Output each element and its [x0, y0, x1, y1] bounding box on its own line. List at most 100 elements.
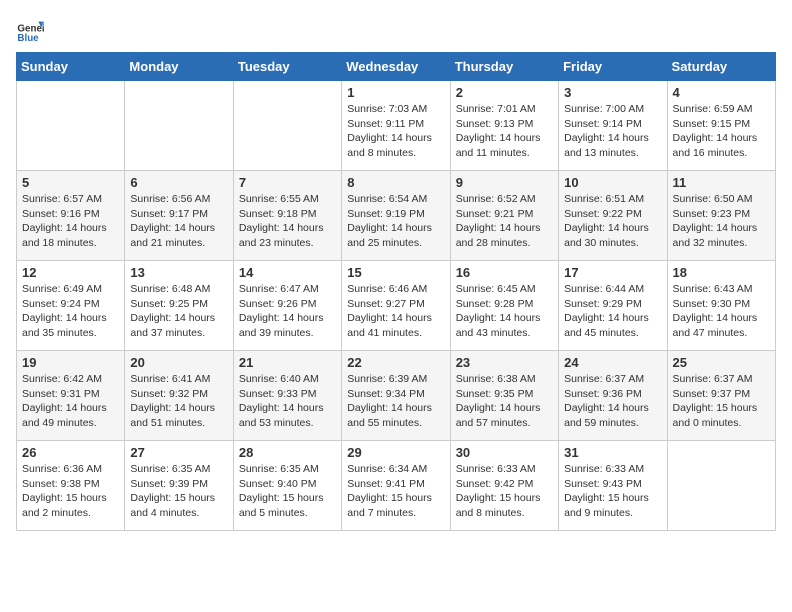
day-content: Sunrise: 6:33 AM Sunset: 9:42 PM Dayligh…: [456, 462, 553, 521]
day-content: Sunrise: 6:57 AM Sunset: 9:16 PM Dayligh…: [22, 192, 119, 251]
col-header-tuesday: Tuesday: [233, 53, 341, 81]
calendar-cell: [233, 81, 341, 171]
day-number: 10: [564, 175, 661, 190]
logo-icon: General Blue: [16, 16, 44, 44]
day-content: Sunrise: 7:03 AM Sunset: 9:11 PM Dayligh…: [347, 102, 444, 161]
day-content: Sunrise: 6:35 AM Sunset: 9:39 PM Dayligh…: [130, 462, 227, 521]
day-content: Sunrise: 7:01 AM Sunset: 9:13 PM Dayligh…: [456, 102, 553, 161]
day-number: 28: [239, 445, 336, 460]
calendar-cell: 14 Sunrise: 6:47 AM Sunset: 9:26 PM Dayli…: [233, 261, 341, 351]
day-number: 7: [239, 175, 336, 190]
day-content: Sunrise: 6:51 AM Sunset: 9:22 PM Dayligh…: [564, 192, 661, 251]
day-number: 15: [347, 265, 444, 280]
calendar-cell: 16 Sunrise: 6:45 AM Sunset: 9:28 PM Dayli…: [450, 261, 558, 351]
day-number: 19: [22, 355, 119, 370]
day-number: 12: [22, 265, 119, 280]
svg-text:Blue: Blue: [17, 33, 39, 44]
day-content: Sunrise: 7:00 AM Sunset: 9:14 PM Dayligh…: [564, 102, 661, 161]
col-header-friday: Friday: [559, 53, 667, 81]
calendar-cell: 26Sunrise: 6:36 AM Sunset: 9:38 PM Dayli…: [17, 441, 125, 531]
day-content: Sunrise: 6:50 AM Sunset: 9:23 PM Dayligh…: [673, 192, 770, 251]
day-number: 11: [673, 175, 770, 190]
day-number: 3: [564, 85, 661, 100]
day-content: Sunrise: 6:37 AM Sunset: 9:36 PM Dayligh…: [564, 372, 661, 431]
calendar-cell: 15 Sunrise: 6:46 AM Sunset: 9:27 PM Dayli…: [342, 261, 450, 351]
calendar-cell: 12 Sunrise: 6:49 AM Sunset: 9:24 PM Dayli…: [17, 261, 125, 351]
day-number: 5: [22, 175, 119, 190]
day-content: Sunrise: 6:54 AM Sunset: 9:19 PM Dayligh…: [347, 192, 444, 251]
calendar-cell: [17, 81, 125, 171]
calendar-cell: [667, 441, 775, 531]
calendar-cell: 9 Sunrise: 6:52 AM Sunset: 9:21 PM Daylig…: [450, 171, 558, 261]
day-content: Sunrise: 6:52 AM Sunset: 9:21 PM Dayligh…: [456, 192, 553, 251]
day-number: 14: [239, 265, 336, 280]
calendar-week-5: 26Sunrise: 6:36 AM Sunset: 9:38 PM Dayli…: [17, 441, 776, 531]
calendar-cell: 7Sunrise: 6:55 AM Sunset: 9:18 PM Daylig…: [233, 171, 341, 261]
day-content: Sunrise: 6:49 AM Sunset: 9:24 PM Dayligh…: [22, 282, 119, 341]
day-content: Sunrise: 6:39 AM Sunset: 9:34 PM Dayligh…: [347, 372, 444, 431]
day-number: 23: [456, 355, 553, 370]
day-content: Sunrise: 6:37 AM Sunset: 9:37 PM Dayligh…: [673, 372, 770, 431]
day-content: Sunrise: 6:48 AM Sunset: 9:25 PM Dayligh…: [130, 282, 227, 341]
calendar-cell: 11 Sunrise: 6:50 AM Sunset: 9:23 PM Dayli…: [667, 171, 775, 261]
calendar-cell: 18 Sunrise: 6:43 AM Sunset: 9:30 PM Dayli…: [667, 261, 775, 351]
day-number: 27: [130, 445, 227, 460]
day-number: 9: [456, 175, 553, 190]
calendar-cell: 13 Sunrise: 6:48 AM Sunset: 9:25 PM Dayli…: [125, 261, 233, 351]
day-content: Sunrise: 6:43 AM Sunset: 9:30 PM Dayligh…: [673, 282, 770, 341]
day-number: 31: [564, 445, 661, 460]
day-number: 4: [673, 85, 770, 100]
calendar-cell: 17Sunrise: 6:44 AM Sunset: 9:29 PM Dayli…: [559, 261, 667, 351]
calendar-cell: 27 Sunrise: 6:35 AM Sunset: 9:39 PM Dayli…: [125, 441, 233, 531]
calendar-cell: 5 Sunrise: 6:57 AM Sunset: 9:16 PM Daylig…: [17, 171, 125, 261]
calendar-header-row: SundayMondayTuesdayWednesdayThursdayFrid…: [17, 53, 776, 81]
calendar-cell: 8 Sunrise: 6:54 AM Sunset: 9:19 PM Daylig…: [342, 171, 450, 261]
calendar-cell: 4Sunrise: 6:59 AM Sunset: 9:15 PM Daylig…: [667, 81, 775, 171]
col-header-sunday: Sunday: [17, 53, 125, 81]
calendar-cell: 6 Sunrise: 6:56 AM Sunset: 9:17 PM Daylig…: [125, 171, 233, 261]
calendar-cell: 25 Sunrise: 6:37 AM Sunset: 9:37 PM Dayli…: [667, 351, 775, 441]
day-number: 8: [347, 175, 444, 190]
day-number: 6: [130, 175, 227, 190]
col-header-wednesday: Wednesday: [342, 53, 450, 81]
day-number: 18: [673, 265, 770, 280]
day-number: 16: [456, 265, 553, 280]
day-number: 20: [130, 355, 227, 370]
calendar-cell: 30 Sunrise: 6:33 AM Sunset: 9:42 PM Dayli…: [450, 441, 558, 531]
calendar-cell: 22 Sunrise: 6:39 AM Sunset: 9:34 PM Dayli…: [342, 351, 450, 441]
calendar-cell: 1 Sunrise: 7:03 AM Sunset: 9:11 PM Daylig…: [342, 81, 450, 171]
day-number: 29: [347, 445, 444, 460]
col-header-saturday: Saturday: [667, 53, 775, 81]
page-header: General Blue: [16, 16, 776, 44]
calendar-cell: 24Sunrise: 6:37 AM Sunset: 9:36 PM Dayli…: [559, 351, 667, 441]
day-content: Sunrise: 6:41 AM Sunset: 9:32 PM Dayligh…: [130, 372, 227, 431]
calendar-week-2: 5 Sunrise: 6:57 AM Sunset: 9:16 PM Daylig…: [17, 171, 776, 261]
calendar-table: SundayMondayTuesdayWednesdayThursdayFrid…: [16, 52, 776, 531]
day-content: Sunrise: 6:47 AM Sunset: 9:26 PM Dayligh…: [239, 282, 336, 341]
logo: General Blue: [16, 16, 48, 44]
day-content: Sunrise: 6:56 AM Sunset: 9:17 PM Dayligh…: [130, 192, 227, 251]
calendar-cell: 31 Sunrise: 6:33 AM Sunset: 9:43 PM Dayli…: [559, 441, 667, 531]
day-number: 22: [347, 355, 444, 370]
day-number: 26: [22, 445, 119, 460]
col-header-monday: Monday: [125, 53, 233, 81]
day-content: Sunrise: 6:38 AM Sunset: 9:35 PM Dayligh…: [456, 372, 553, 431]
col-header-thursday: Thursday: [450, 53, 558, 81]
calendar-cell: [125, 81, 233, 171]
calendar-cell: 23 Sunrise: 6:38 AM Sunset: 9:35 PM Dayli…: [450, 351, 558, 441]
day-number: 30: [456, 445, 553, 460]
day-content: Sunrise: 6:40 AM Sunset: 9:33 PM Dayligh…: [239, 372, 336, 431]
day-number: 1: [347, 85, 444, 100]
calendar-week-1: 1 Sunrise: 7:03 AM Sunset: 9:11 PM Daylig…: [17, 81, 776, 171]
day-number: 25: [673, 355, 770, 370]
day-content: Sunrise: 6:46 AM Sunset: 9:27 PM Dayligh…: [347, 282, 444, 341]
calendar-cell: 21Sunrise: 6:40 AM Sunset: 9:33 PM Dayli…: [233, 351, 341, 441]
day-content: Sunrise: 6:33 AM Sunset: 9:43 PM Dayligh…: [564, 462, 661, 521]
day-content: Sunrise: 6:45 AM Sunset: 9:28 PM Dayligh…: [456, 282, 553, 341]
day-content: Sunrise: 6:35 AM Sunset: 9:40 PM Dayligh…: [239, 462, 336, 521]
day-number: 13: [130, 265, 227, 280]
calendar-cell: 10 Sunrise: 6:51 AM Sunset: 9:22 PM Dayli…: [559, 171, 667, 261]
calendar-cell: 28 Sunrise: 6:35 AM Sunset: 9:40 PM Dayli…: [233, 441, 341, 531]
day-number: 17: [564, 265, 661, 280]
calendar-week-3: 12 Sunrise: 6:49 AM Sunset: 9:24 PM Dayli…: [17, 261, 776, 351]
